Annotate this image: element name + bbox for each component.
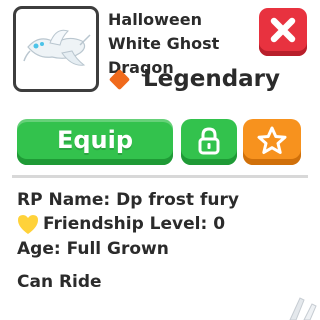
favorite-button[interactable] [243, 119, 301, 165]
lock-button[interactable] [181, 119, 237, 165]
ghost-dragon-image [23, 29, 91, 66]
friendship-level-text: Friendship Level: 0 [43, 214, 226, 234]
lock-icon [198, 127, 220, 155]
can-ride-text: Can Ride [17, 272, 102, 292]
rarity-diamond-icon [108, 68, 131, 90]
section-divider [12, 175, 308, 178]
pet-thumbnail [13, 6, 99, 92]
close-icon [270, 17, 296, 43]
corner-decoration [289, 297, 317, 320]
heart-icon [18, 215, 38, 234]
rarity-row: Legendary [108, 63, 280, 95]
friendship-row: Friendship Level: 0 [16, 213, 225, 235]
star-icon [257, 126, 287, 154]
rarity-label: Legendary [143, 66, 281, 92]
pet-info-panel: Halloween White Ghost Dragon Legendary E… [0, 0, 320, 320]
equip-button[interactable]: Equip [17, 119, 173, 165]
close-button[interactable] [259, 8, 307, 56]
rp-name-text: RP Name: Dp frost fury [17, 190, 239, 210]
age-text: Age: Full Grown [17, 239, 169, 259]
